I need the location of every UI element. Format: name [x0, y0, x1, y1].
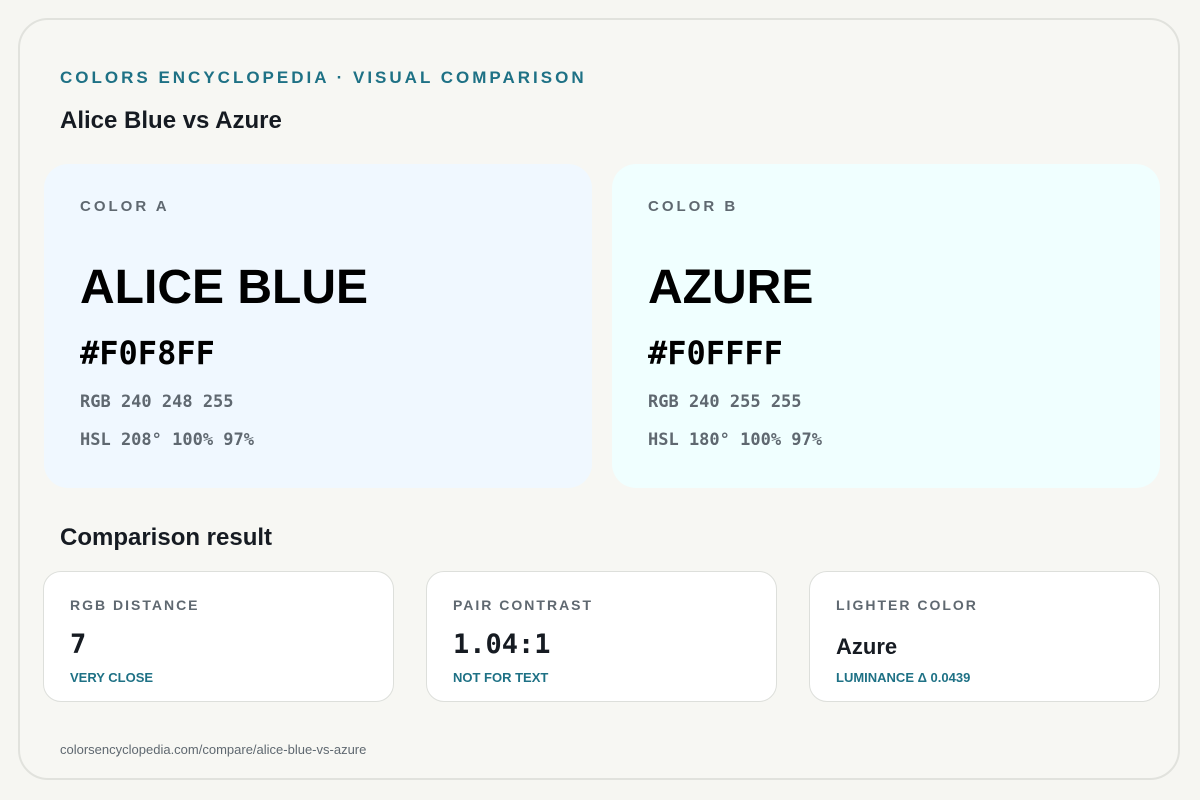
- color-b-hsl: HSL 180° 100% 97%: [648, 430, 822, 450]
- comparison-card: COLORS ENCYCLOPEDIA · VISUAL COMPARISON …: [18, 18, 1180, 780]
- rgb-distance-value: 7: [70, 629, 87, 660]
- color-a-hex: #F0F8FF: [80, 334, 215, 372]
- color-b-name: AZURE: [648, 261, 814, 314]
- lighter-color-note: LUMINANCE Δ 0.0439: [836, 670, 971, 685]
- rgb-distance-card: RGB DISTANCE 7 VERY CLOSE: [43, 571, 394, 702]
- comparison-title: Comparison result: [60, 524, 273, 551]
- footer-url: colorsencyclopedia.com/compare/alice-blu…: [60, 742, 367, 757]
- color-a-swatch: COLOR A ALICE BLUE #F0F8FF RGB 240 248 2…: [44, 164, 592, 488]
- lighter-color-value: Azure: [836, 634, 898, 659]
- color-b-label: COLOR B: [648, 198, 739, 215]
- color-b-swatch: COLOR B AZURE #F0FFFF RGB 240 255 255 HS…: [612, 164, 1160, 488]
- rgb-distance-note: VERY CLOSE: [70, 670, 154, 685]
- pair-contrast-card: PAIR CONTRAST 1.04:1 NOT FOR TEXT: [426, 571, 777, 702]
- site-eyebrow: COLORS ENCYCLOPEDIA · VISUAL COMPARISON: [60, 68, 587, 87]
- lighter-color-card: LIGHTER COLOR Azure LUMINANCE Δ 0.0439: [809, 571, 1160, 702]
- pair-contrast-value: 1.04:1: [453, 629, 551, 660]
- pair-contrast-label: PAIR CONTRAST: [453, 597, 594, 613]
- color-b-rgb: RGB 240 255 255: [648, 392, 802, 412]
- rgb-distance-label: RGB DISTANCE: [70, 597, 200, 613]
- page-title: Alice Blue vs Azure: [60, 107, 282, 134]
- lighter-color-label: LIGHTER COLOR: [836, 597, 978, 613]
- color-a-hsl: HSL 208° 100% 97%: [80, 430, 254, 450]
- color-b-hex: #F0FFFF: [648, 334, 783, 372]
- pair-contrast-note: NOT FOR TEXT: [453, 670, 549, 685]
- color-a-name: ALICE BLUE: [80, 261, 368, 314]
- color-a-label: COLOR A: [80, 198, 170, 215]
- color-a-rgb: RGB 240 248 255: [80, 392, 234, 412]
